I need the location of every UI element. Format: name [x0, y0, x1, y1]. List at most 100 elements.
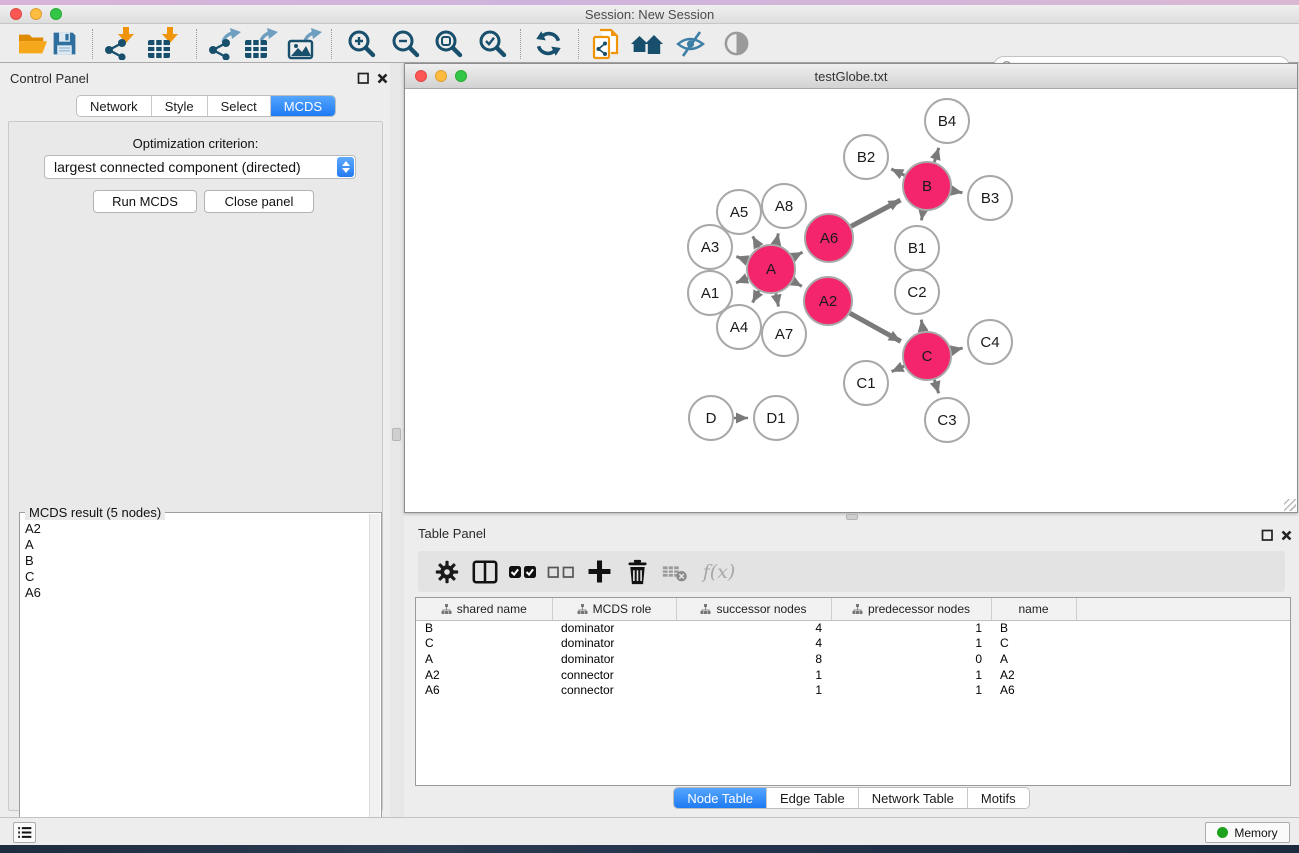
graph-node-A5[interactable]: A5: [717, 190, 761, 234]
column-header-MCDS-role[interactable]: MCDS role: [552, 598, 676, 620]
hide-selected-button[interactable]: [670, 27, 710, 60]
graph-node-C1[interactable]: C1: [844, 361, 888, 405]
close-panel-button[interactable]: [376, 72, 388, 85]
zoom-fit-button[interactable]: [428, 27, 468, 60]
zoom-in-button[interactable]: [341, 27, 381, 60]
network-canvas[interactable]: B4B2BB3A5A8A6B1A3AC2A1A2A4A7C4CC1DD1C3: [406, 89, 1296, 512]
graph-node-A3[interactable]: A3: [688, 225, 732, 269]
edge-C-C2[interactable]: [921, 320, 923, 332]
tab-mcds[interactable]: MCDS: [271, 96, 335, 116]
import-table-button[interactable]: [144, 27, 184, 60]
edge-C-C3[interactable]: [934, 380, 938, 393]
edge-A-A3[interactable]: [736, 256, 747, 260]
horizontal-divider-grip[interactable]: [846, 514, 858, 520]
table-cell[interactable]: dominator: [552, 620, 676, 636]
function-builder-button[interactable]: f(x): [694, 555, 744, 589]
delete-columns-button[interactable]: [618, 555, 656, 589]
deselect-all-rows-button[interactable]: [542, 555, 580, 589]
tab-node-table[interactable]: Node Table: [674, 788, 767, 808]
edge-B-B1[interactable]: [921, 211, 923, 221]
column-header-successor-nodes[interactable]: successor nodes: [676, 598, 831, 620]
graph-node-B3[interactable]: B3: [968, 176, 1012, 220]
result-list-item[interactable]: A2: [25, 521, 369, 537]
table-cell[interactable]: A2: [416, 667, 552, 683]
table-row[interactable]: Cdominator41C: [416, 636, 1291, 652]
table-cell[interactable]: dominator: [552, 651, 676, 667]
network-from-selection-button[interactable]: [586, 27, 626, 60]
table-cell[interactable]: connector: [552, 667, 676, 683]
result-list-item[interactable]: A: [25, 537, 369, 553]
table-row[interactable]: Adominator80A: [416, 651, 1291, 667]
column-header-shared-name[interactable]: shared name: [416, 598, 552, 620]
graph-node-D1[interactable]: D1: [754, 396, 798, 440]
graph-node-C3[interactable]: C3: [925, 398, 969, 442]
table-cell[interactable]: connector: [552, 682, 676, 698]
criterion-select[interactable]: largest connected component (directed): [44, 155, 356, 179]
graph-node-B4[interactable]: B4: [925, 99, 969, 143]
table-cell[interactable]: A6: [416, 682, 552, 698]
table-row[interactable]: A6connector11A6: [416, 682, 1291, 698]
edge-A6-B[interactable]: [851, 200, 900, 226]
column-header-predecessor-nodes[interactable]: predecessor nodes: [831, 598, 991, 620]
graph-node-A1[interactable]: A1: [688, 271, 732, 315]
close-panel-action-button[interactable]: Close panel: [204, 190, 314, 213]
zoom-selected-button[interactable]: [472, 27, 512, 60]
table-cell[interactable]: B: [991, 620, 1076, 636]
graph-node-B1[interactable]: B1: [895, 226, 939, 270]
show-columns-button[interactable]: [466, 555, 504, 589]
graph-node-C4[interactable]: C4: [968, 320, 1012, 364]
run-mcds-button[interactable]: Run MCDS: [93, 190, 197, 213]
mcds-result-list[interactable]: A2ABCA6: [21, 521, 369, 852]
edge-A-A5[interactable]: [753, 236, 759, 247]
graph-node-B[interactable]: B: [903, 162, 951, 210]
import-network-button[interactable]: [100, 27, 140, 60]
export-network-button[interactable]: [204, 27, 244, 60]
result-scrollbar[interactable]: [369, 514, 380, 852]
table-cell[interactable]: 1: [676, 667, 831, 683]
table-cell[interactable]: 8: [676, 651, 831, 667]
column-header-name[interactable]: name: [991, 598, 1076, 620]
divider-grip[interactable]: [392, 428, 401, 441]
tab-edge-table[interactable]: Edge Table: [767, 788, 859, 808]
table-row[interactable]: Bdominator41B: [416, 620, 1291, 636]
edge-C-C4[interactable]: [951, 348, 962, 351]
graph-node-C2[interactable]: C2: [895, 270, 939, 314]
graph-node-A2[interactable]: A2: [804, 277, 852, 325]
edge-B-B3[interactable]: [952, 191, 963, 193]
edge-A-A7[interactable]: [776, 294, 779, 307]
table-cell[interactable]: dominator: [552, 636, 676, 652]
tab-style[interactable]: Style: [152, 96, 208, 116]
result-list-item[interactable]: A6: [25, 585, 369, 601]
table-cell[interactable]: A: [416, 651, 552, 667]
close-table-panel-button[interactable]: [1280, 529, 1292, 542]
table-cell[interactable]: A2: [991, 667, 1076, 683]
graph-node-A8[interactable]: A8: [762, 184, 806, 228]
select-all-rows-button[interactable]: [504, 555, 542, 589]
result-list-item[interactable]: C: [25, 569, 369, 585]
table-cell[interactable]: 1: [831, 636, 991, 652]
result-list-item[interactable]: B: [25, 553, 369, 569]
graph-node-D[interactable]: D: [689, 396, 733, 440]
graph-node-B2[interactable]: B2: [844, 135, 888, 179]
network-graph[interactable]: B4B2BB3A5A8A6B1A3AC2A1A2A4A7C4CC1DD1C3: [406, 89, 1296, 512]
first-neighbors-button[interactable]: [627, 27, 667, 60]
resize-grip[interactable]: [1284, 499, 1296, 511]
edge-A-A2[interactable]: [793, 281, 802, 286]
create-column-button[interactable]: [580, 555, 618, 589]
graph-node-A[interactable]: A: [747, 245, 795, 293]
save-session-button[interactable]: [44, 27, 84, 60]
edge-A2-C[interactable]: [850, 313, 901, 341]
table-cell[interactable]: 1: [831, 620, 991, 636]
table-cell[interactable]: 0: [831, 651, 991, 667]
table-cell[interactable]: B: [416, 620, 552, 636]
table-cell[interactable]: 1: [831, 682, 991, 698]
tab-motifs[interactable]: Motifs: [968, 788, 1029, 808]
tab-select[interactable]: Select: [208, 96, 271, 116]
edge-A-A1[interactable]: [736, 278, 748, 283]
panel-divider[interactable]: [390, 63, 404, 817]
delete-table-button[interactable]: [656, 555, 694, 589]
edge-B-B2[interactable]: [891, 169, 904, 175]
tab-network[interactable]: Network: [77, 96, 152, 116]
graph-node-A7[interactable]: A7: [762, 312, 806, 356]
table-settings-button[interactable]: [428, 555, 466, 589]
